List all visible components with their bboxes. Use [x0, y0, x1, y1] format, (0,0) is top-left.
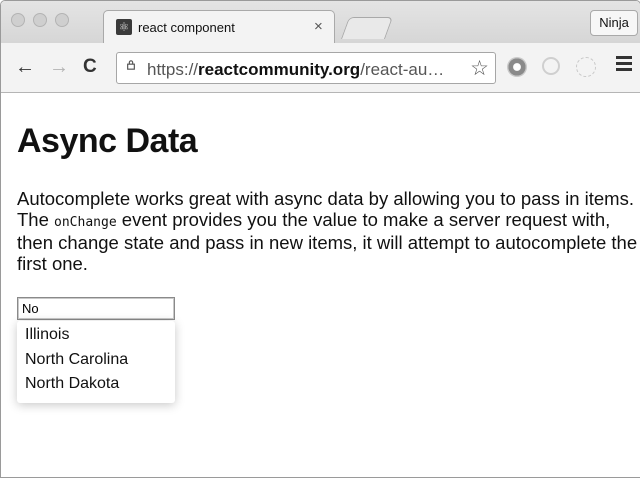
- new-tab-button[interactable]: [340, 17, 394, 39]
- page-title: Async Data: [17, 122, 198, 160]
- tab-react-component[interactable]: ⚛ react component ×: [103, 10, 335, 43]
- autocomplete-option[interactable]: North Dakota: [17, 372, 175, 397]
- description-paragraph: Autocomplete works great with async data…: [17, 188, 638, 274]
- autocomplete-input[interactable]: [17, 297, 175, 320]
- browser-window: ⚛ react component × Ninja ← → C https://…: [0, 0, 640, 478]
- tab-title: react component: [138, 20, 235, 35]
- lock-icon: [127, 60, 135, 70]
- close-window-button[interactable]: [11, 13, 25, 27]
- page-content: Async Data Autocomplete works great with…: [1, 93, 640, 477]
- inline-code: onChange: [54, 214, 117, 230]
- reload-icon[interactable]: C: [83, 56, 97, 78]
- star-icon[interactable]: ☆: [470, 56, 489, 81]
- autocomplete-option[interactable]: Illinois: [17, 323, 175, 348]
- forward-icon[interactable]: →: [49, 56, 69, 78]
- react-favicon-icon: ⚛: [116, 19, 132, 35]
- extension-icon[interactable]: [507, 57, 527, 77]
- minimize-window-button[interactable]: [33, 13, 47, 27]
- profile-button[interactable]: Ninja: [590, 10, 638, 36]
- url-text: https://reactcommunity.org/react-au…: [147, 60, 445, 79]
- tab-strip: ⚛ react component × Ninja: [1, 1, 640, 43]
- back-icon[interactable]: ←: [15, 56, 35, 78]
- autocomplete-option[interactable]: North Carolina: [17, 348, 175, 373]
- autocomplete-menu: Illinois North Carolina North Dakota: [17, 321, 175, 403]
- menu-icon[interactable]: [616, 56, 632, 74]
- zoom-window-button[interactable]: [55, 13, 69, 27]
- react-devtools-icon[interactable]: [576, 57, 596, 77]
- address-bar[interactable]: https://reactcommunity.org/react-au… ☆: [116, 52, 496, 84]
- browser-toolbar: ← → C https://reactcommunity.org/react-a…: [1, 43, 640, 93]
- extension-icon[interactable]: [542, 57, 560, 75]
- tab-close-icon[interactable]: ×: [314, 18, 323, 35]
